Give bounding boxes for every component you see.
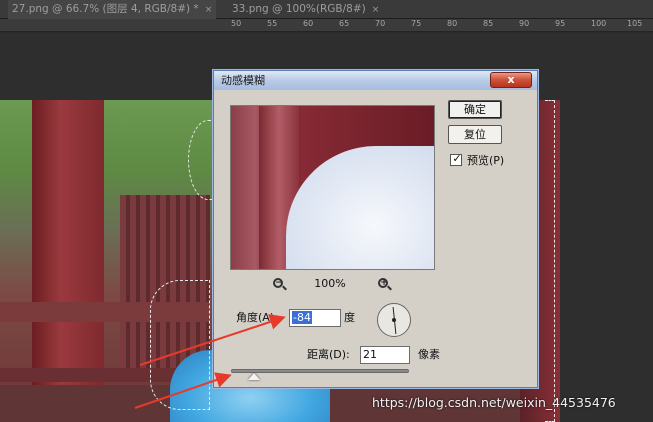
angle-value: -84 (292, 311, 312, 324)
ruler-label: 65 (339, 19, 350, 28)
tab-close-icon[interactable]: × (205, 5, 213, 15)
zoom-in-sign: + (380, 278, 388, 288)
ruler-label: 95 (555, 19, 566, 28)
ruler-label: 75 (411, 19, 422, 28)
dialog-titlebar[interactable]: 动感模糊 x (214, 71, 537, 90)
ruler-label: 60 (303, 19, 314, 28)
distance-input[interactable]: 21 (360, 346, 410, 364)
document-tab-label: 33.png @ 100%(RGB/8#) (232, 3, 366, 15)
motion-blur-dialog: 动感模糊 x − 100% + 确定 复位 ✓ 预览(P) 角度(A): -84… (213, 70, 538, 388)
angle-dial[interactable] (377, 303, 411, 337)
angle-unit: 度 (344, 311, 355, 324)
distance-unit: 像素 (418, 348, 440, 361)
dialog-title: 动感模糊 (221, 74, 265, 87)
selection-marquee (545, 100, 555, 422)
ruler-label: 90 (519, 19, 530, 28)
zoom-out-sign: − (275, 278, 283, 288)
watermark-text: https://blog.csdn.net/weixin_44535476 (372, 395, 616, 410)
preview-label: 预览(P) (467, 154, 505, 167)
horizontal-ruler: 50 55 60 65 70 75 80 85 90 95 100 105 (0, 19, 653, 32)
zoom-in-icon[interactable]: + (377, 277, 392, 291)
ok-button[interactable]: 确定 (448, 100, 502, 119)
ruler-label: 55 (267, 19, 278, 28)
selection-marquee (150, 280, 210, 410)
tab-close-icon[interactable]: × (372, 5, 380, 15)
zoom-percent: 100% (314, 277, 346, 290)
distance-slider-thumb[interactable] (248, 373, 260, 380)
reset-button[interactable]: 复位 (448, 125, 502, 144)
angle-dial-center (392, 318, 396, 322)
angle-input[interactable]: -84 (289, 309, 341, 327)
angle-label: 角度(A): (236, 311, 278, 324)
zoom-out-icon[interactable]: − (272, 277, 287, 291)
close-icon: x (507, 73, 515, 86)
preview-shoulder (286, 146, 434, 269)
distance-label: 距离(D): (307, 348, 350, 361)
preview-checkbox[interactable]: ✓ (450, 152, 462, 166)
ruler-label: 70 (375, 19, 386, 28)
document-tab-33png[interactable]: 33.png @ 100%(RGB/8#) × (228, 0, 380, 19)
document-tab-label: 27.png @ 66.7% (图层 4, RGB/8#) * (12, 3, 199, 15)
ruler-label: 80 (447, 19, 458, 28)
ruler-label: 50 (231, 19, 242, 28)
ruler-label: 105 (627, 19, 643, 28)
document-tab-27png[interactable]: 27.png @ 66.7% (图层 4, RGB/8#) * × (8, 0, 216, 19)
ruler-label: 85 (483, 19, 494, 28)
document-tab-bar: 27.png @ 66.7% (图层 4, RGB/8#) * × 33.png … (0, 0, 653, 19)
dialog-close-button[interactable]: x (490, 72, 532, 88)
blur-preview-pane[interactable] (230, 105, 435, 270)
preview-zoom-controls: − 100% + (230, 277, 435, 293)
ruler-label: 100 (591, 19, 607, 28)
checkmark-icon: ✓ (452, 152, 462, 165)
preview-checkbox-row[interactable]: ✓ 预览(P) (450, 152, 530, 169)
